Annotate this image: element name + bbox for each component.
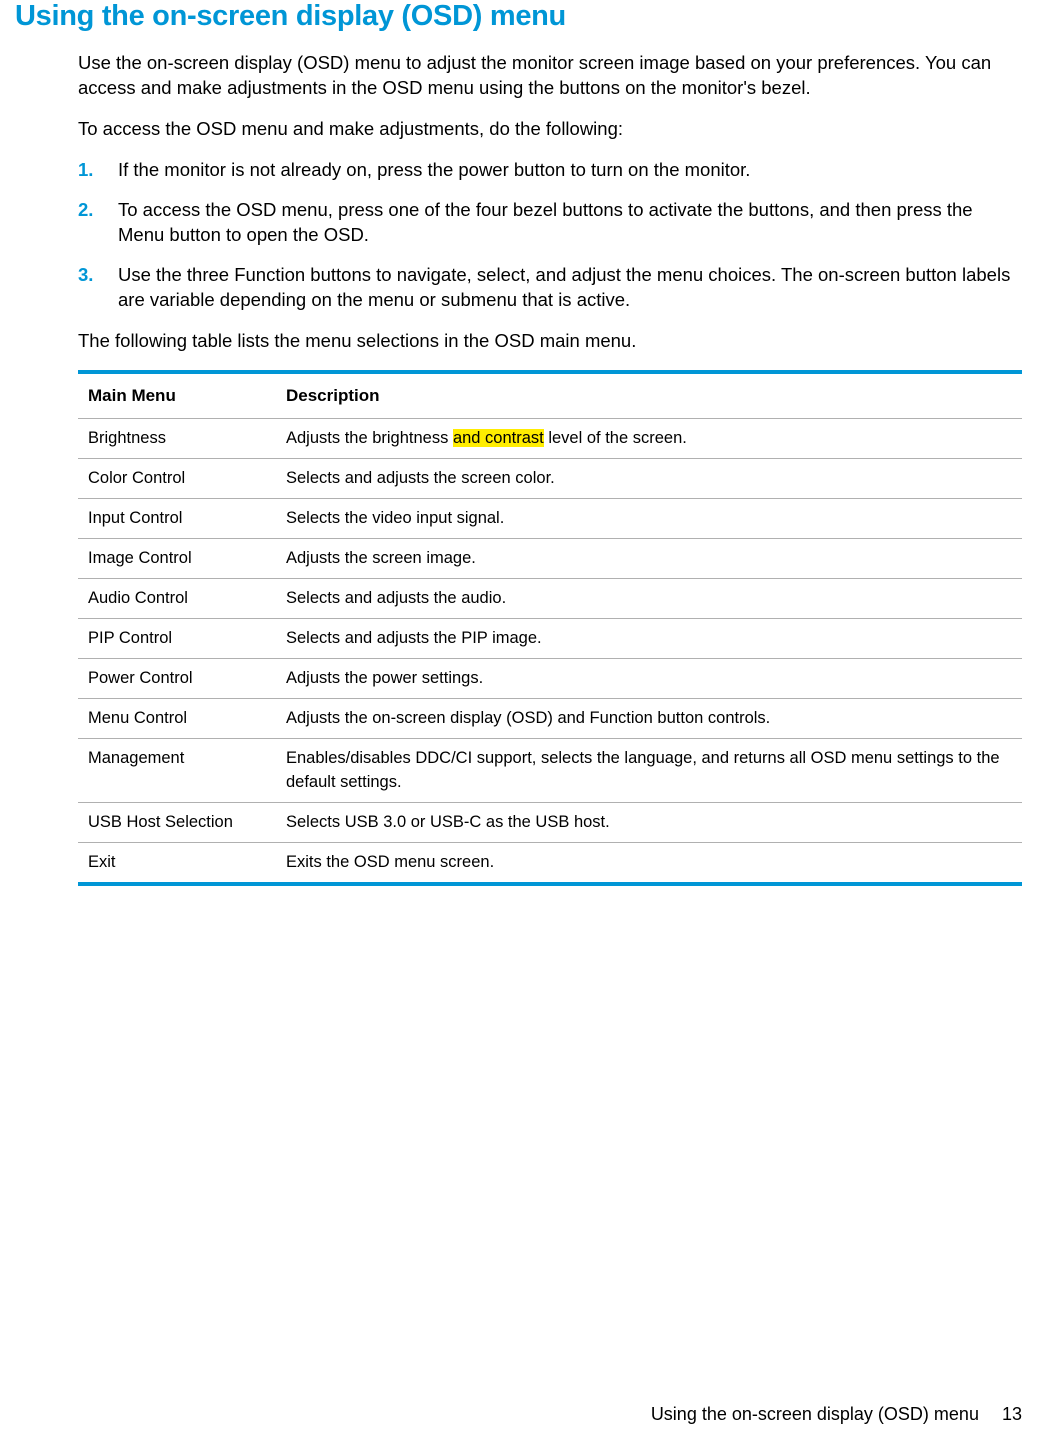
highlighted-text: and contrast <box>453 429 544 447</box>
menu-cell: Color Control <box>78 458 278 498</box>
steps-list: 1. If the monitor is not already on, pres… <box>78 158 1022 313</box>
menu-cell: Power Control <box>78 659 278 699</box>
desc-post: level of the screen. <box>544 429 687 447</box>
table-row: Image Control Adjusts the screen image. <box>78 539 1022 579</box>
step-number: 3. <box>78 263 93 288</box>
step-number: 2. <box>78 198 93 223</box>
desc-pre: Adjusts the brightness <box>286 429 453 447</box>
desc-cell: Exits the OSD menu screen. <box>278 842 1022 884</box>
footer-text: Using the on-screen display (OSD) menu <box>651 1404 979 1424</box>
desc-cell: Selects and adjusts the audio. <box>278 579 1022 619</box>
table-header-row: Main Menu Description <box>78 372 1022 419</box>
table-row: Color Control Selects and adjusts the sc… <box>78 458 1022 498</box>
page-number: 13 <box>1002 1404 1022 1424</box>
menu-cell: Management <box>78 739 278 802</box>
table-row: Input Control Selects the video input si… <box>78 498 1022 538</box>
menu-cell: USB Host Selection <box>78 802 278 842</box>
access-intro: To access the OSD menu and make adjustme… <box>78 117 1022 142</box>
osd-menu-table: Main Menu Description Brightness Adjusts… <box>78 370 1022 886</box>
desc-cell: Selects and adjusts the screen color. <box>278 458 1022 498</box>
step-text: To access the OSD menu, press one of the… <box>118 199 973 245</box>
table-row: Audio Control Selects and adjusts the au… <box>78 579 1022 619</box>
menu-cell: Input Control <box>78 498 278 538</box>
step-3: 3. Use the three Function buttons to navi… <box>78 263 1022 313</box>
desc-cell: Adjusts the power settings. <box>278 659 1022 699</box>
desc-cell: Adjusts the on-screen display (OSD) and … <box>278 699 1022 739</box>
desc-cell: Selects USB 3.0 or USB-C as the USB host… <box>278 802 1022 842</box>
step-number: 1. <box>78 158 93 183</box>
table-row: USB Host Selection Selects USB 3.0 or US… <box>78 802 1022 842</box>
table-row: Menu Control Adjusts the on-screen displ… <box>78 699 1022 739</box>
desc-cell: Enables/disables DDC/CI support, selects… <box>278 739 1022 802</box>
table-row: PIP Control Selects and adjusts the PIP … <box>78 619 1022 659</box>
page-title: Using the on-screen display (OSD) menu <box>15 0 1035 33</box>
desc-cell: Adjusts the brightness and contrast leve… <box>278 418 1022 458</box>
table-header-main-menu: Main Menu <box>78 372 278 419</box>
table-row: Brightness Adjusts the brightness and co… <box>78 418 1022 458</box>
table-header-description: Description <box>278 372 1022 419</box>
table-row: Exit Exits the OSD menu screen. <box>78 842 1022 884</box>
menu-cell: Image Control <box>78 539 278 579</box>
desc-cell: Selects and adjusts the PIP image. <box>278 619 1022 659</box>
table-intro: The following table lists the menu selec… <box>78 329 1022 354</box>
step-text: If the monitor is not already on, press … <box>118 159 750 180</box>
table-row: Power Control Adjusts the power settings… <box>78 659 1022 699</box>
page-footer: Using the on-screen display (OSD) menu 1… <box>651 1404 1022 1425</box>
step-1: 1. If the monitor is not already on, pres… <box>78 158 1022 183</box>
desc-cell: Selects the video input signal. <box>278 498 1022 538</box>
table-row: Management Enables/disables DDC/CI suppo… <box>78 739 1022 802</box>
menu-cell: Audio Control <box>78 579 278 619</box>
intro-paragraph: Use the on-screen display (OSD) menu to … <box>78 51 1022 101</box>
step-2: 2. To access the OSD menu, press one of t… <box>78 198 1022 248</box>
menu-cell: Brightness <box>78 418 278 458</box>
menu-cell: Menu Control <box>78 699 278 739</box>
menu-cell: Exit <box>78 842 278 884</box>
menu-cell: PIP Control <box>78 619 278 659</box>
step-text: Use the three Function buttons to naviga… <box>118 264 1010 310</box>
desc-cell: Adjusts the screen image. <box>278 539 1022 579</box>
